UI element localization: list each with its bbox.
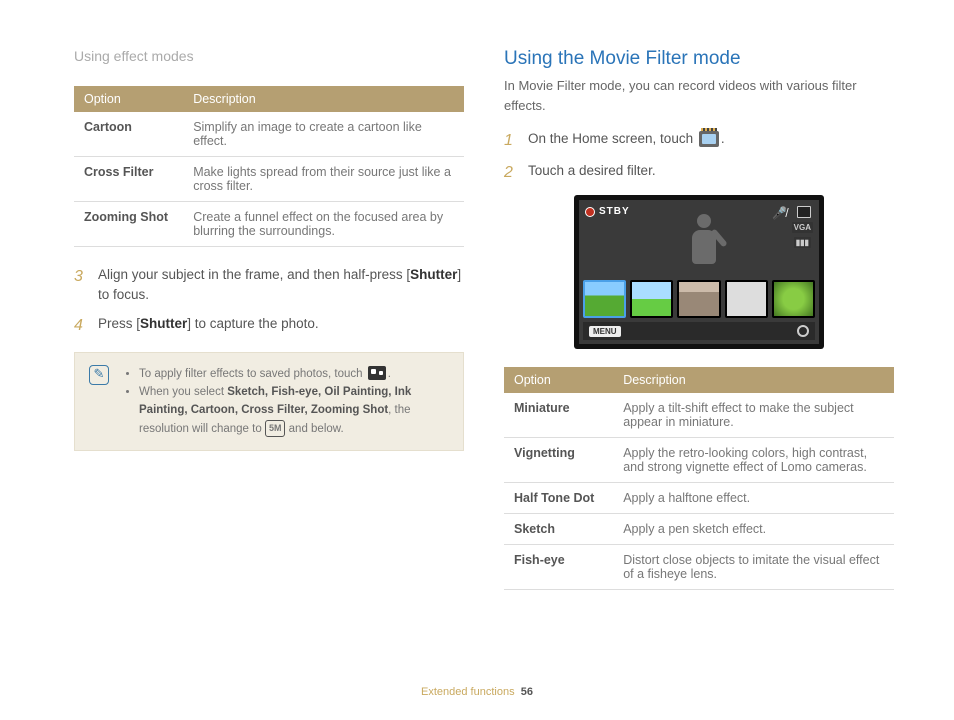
- desc-cell: Apply a halftone effect.: [613, 483, 894, 514]
- table-row: Cross Filter Make lights spread from the…: [74, 157, 464, 202]
- breadcrumb: Using effect modes: [74, 48, 464, 64]
- resolution-badge-icon: 5M: [265, 420, 286, 436]
- step-1: 1 On the Home screen, touch .: [504, 129, 894, 153]
- movie-filter-icon: [699, 131, 719, 147]
- col-description: Description: [613, 367, 894, 393]
- footer-section: Extended functions: [421, 686, 515, 698]
- desc-cell: Simplify an image to create a cartoon li…: [183, 112, 464, 157]
- table-row: Cartoon Simplify an image to create a ca…: [74, 112, 464, 157]
- desc-cell: Create a funnel effect on the focused ar…: [183, 202, 464, 247]
- desc-cell: Apply the retro-looking colors, high con…: [613, 438, 894, 483]
- battery-icon: ▮▮▮: [794, 237, 811, 248]
- desc-cell: Make lights spread from their source jus…: [183, 157, 464, 202]
- filter-thumbnail: [725, 280, 768, 318]
- table-row: Miniature Apply a tilt-shift effect to m…: [504, 393, 894, 438]
- vga-badge: VGA: [792, 222, 813, 233]
- desc-cell: Distort close objects to imitate the vis…: [613, 545, 894, 590]
- table-row: Vignetting Apply the retro-looking color…: [504, 438, 894, 483]
- desc-cell: Apply a pen sketch effect.: [613, 514, 894, 545]
- option-cell: Half Tone Dot: [504, 483, 613, 514]
- step-number: 1: [504, 129, 518, 153]
- note-line-2: When you select Sketch, Fish-eye, Oil Pa…: [139, 383, 449, 438]
- table-row: Fish-eye Distort close objects to imitat…: [504, 545, 894, 590]
- menu-button: MENU: [589, 326, 621, 337]
- col-option: Option: [504, 367, 613, 393]
- step-text: On the Home screen, touch .: [528, 129, 725, 149]
- option-cell: Cross Filter: [74, 157, 183, 202]
- sd-card-icon: [797, 206, 811, 218]
- option-cell: Vignetting: [504, 438, 613, 483]
- desc-cell: Apply a tilt-shift effect to make the su…: [613, 393, 894, 438]
- movie-filter-table: Option Description Miniature Apply a til…: [504, 367, 894, 590]
- standby-label: STBY: [599, 206, 630, 217]
- step-4: 4 Press [Shutter] to capture the photo.: [74, 314, 464, 338]
- step-number: 4: [74, 314, 88, 338]
- step-text: Press [Shutter] to capture the photo.: [98, 314, 319, 334]
- filter-thumbnail-selected: [583, 280, 626, 318]
- gallery-icon: [368, 366, 386, 380]
- col-description: Description: [183, 86, 464, 112]
- step-2: 2 Touch a desired filter.: [504, 161, 894, 185]
- camera-screen: STBY 🎤̸ VGA ▮▮▮: [574, 195, 824, 349]
- shutter-button-icon: [797, 325, 809, 337]
- note-line-1: To apply filter effects to saved photos,…: [139, 365, 449, 383]
- step-text: Align your subject in the frame, and the…: [98, 265, 464, 306]
- option-cell: Fish-eye: [504, 545, 613, 590]
- record-indicator-icon: [585, 207, 595, 217]
- table-row: Half Tone Dot Apply a halftone effect.: [504, 483, 894, 514]
- option-cell: Sketch: [504, 514, 613, 545]
- filter-thumbnail-strip: [583, 280, 815, 318]
- heading-movie-filter: Using the Movie Filter mode: [504, 48, 894, 70]
- page-number: 56: [521, 686, 533, 698]
- step-number: 2: [504, 161, 518, 185]
- option-cell: Miniature: [504, 393, 613, 438]
- step-number: 3: [74, 265, 88, 289]
- intro-text: In Movie Filter mode, you can record vid…: [504, 76, 894, 115]
- step-3: 3 Align your subject in the frame, and t…: [74, 265, 464, 306]
- filter-thumbnail: [630, 280, 673, 318]
- page-footer: Extended functions 56: [0, 686, 954, 698]
- smart-filter-table: Option Description Cartoon Simplify an i…: [74, 86, 464, 247]
- note-icon: ✎: [89, 365, 109, 385]
- option-cell: Cartoon: [74, 112, 183, 157]
- filter-thumbnail: [677, 280, 720, 318]
- side-indicators: VGA ▮▮▮: [792, 222, 813, 248]
- subject-silhouette: [679, 214, 729, 278]
- col-option: Option: [74, 86, 183, 112]
- filter-thumbnail: [772, 280, 815, 318]
- option-cell: Zooming Shot: [74, 202, 183, 247]
- step-text: Touch a desired filter.: [528, 161, 656, 181]
- note-box: ✎ To apply filter effects to saved photo…: [74, 352, 464, 452]
- table-row: Zooming Shot Create a funnel effect on t…: [74, 202, 464, 247]
- table-row: Sketch Apply a pen sketch effect.: [504, 514, 894, 545]
- mic-off-icon: 🎤̸: [772, 206, 787, 220]
